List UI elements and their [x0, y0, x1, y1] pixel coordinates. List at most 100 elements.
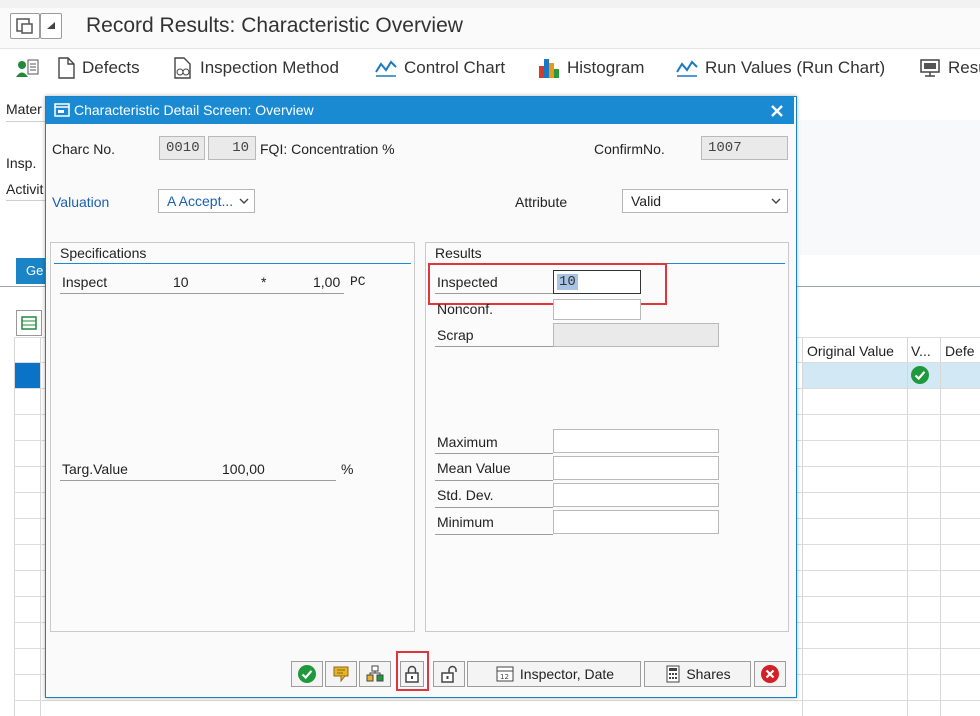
inspect-value: 10: [173, 274, 189, 290]
mean-value-label: Mean Value: [437, 460, 511, 476]
window-icon: [54, 103, 70, 117]
results-title: Results: [435, 245, 482, 261]
inspection-method-label: Inspection Method: [200, 58, 339, 77]
person-list-icon[interactable]: [14, 54, 46, 82]
maximum-input[interactable]: [553, 429, 719, 453]
histogram-button[interactable]: Histogram: [537, 54, 644, 82]
mean-value-input[interactable]: [553, 456, 719, 480]
menu-icon[interactable]: [10, 13, 40, 39]
calendar-icon: 12: [496, 666, 514, 682]
chart-line-icon: [676, 60, 698, 77]
grid-line: [907, 337, 908, 716]
control-chart-button[interactable]: Control Chart: [374, 54, 505, 82]
divider: [6, 200, 46, 201]
inspector-date-label: Inspector, Date: [519, 666, 615, 682]
grid-line: [802, 337, 803, 716]
valuation-dropdown[interactable]: A Accept...: [158, 189, 255, 213]
accepted-check-icon: [911, 366, 929, 389]
accept-button[interactable]: [291, 661, 323, 687]
minimum-input[interactable]: [553, 510, 719, 534]
column-header-original-value[interactable]: Original Value: [807, 343, 894, 359]
run-values-label: Run Values (Run Chart): [705, 58, 886, 77]
column-header-valuation[interactable]: V...: [911, 343, 931, 359]
inspection-label: Insp.: [6, 155, 37, 171]
charc-no-field: 0010: [159, 136, 205, 160]
hierarchy-button[interactable]: [359, 661, 391, 687]
results-label: Resu: [948, 58, 980, 77]
close-icon[interactable]: [770, 104, 784, 118]
lock-highlight: [396, 651, 429, 691]
std-dev-input[interactable]: [553, 483, 719, 507]
cancel-button[interactable]: [754, 661, 786, 687]
grid-line: [940, 337, 941, 716]
valuation-label: Valuation: [52, 194, 110, 210]
divider: [435, 480, 553, 481]
defects-label: Defects: [82, 58, 140, 77]
dropdown-icon[interactable]: [40, 13, 62, 39]
background-panel: [800, 120, 980, 255]
chevron-down-icon: [239, 198, 249, 204]
divider: [6, 121, 46, 122]
shares-label: Shares: [686, 666, 731, 682]
grid-line: [14, 337, 15, 716]
top-strip: [0, 0, 980, 8]
run-values-button[interactable]: Run Values (Run Chart): [675, 54, 885, 82]
attribute-value: Valid: [631, 193, 662, 209]
valuation-value: A Accept...: [167, 193, 234, 209]
target-value: 100,00: [222, 461, 265, 477]
unlock-icon: [441, 665, 457, 683]
divider: [435, 507, 553, 508]
unlock-button[interactable]: [433, 661, 465, 687]
charc-no-label: Charc No.: [52, 141, 116, 157]
page-icon: [58, 57, 75, 79]
confirm-no-field: 1007: [701, 136, 788, 160]
defects-button[interactable]: Defects: [56, 54, 140, 82]
specifications-group: [50, 242, 415, 632]
selected-row[interactable]: [802, 362, 980, 388]
divider: [60, 293, 344, 294]
activity-label: Activit: [6, 181, 44, 197]
divider: [60, 480, 336, 481]
attribute-dropdown[interactable]: Valid: [622, 189, 788, 213]
grid-settings-icon[interactable]: [16, 310, 42, 336]
charc-description: FQI: Concentration %: [260, 141, 395, 157]
comment-button[interactable]: [325, 661, 357, 687]
specifications-title: Specifications: [60, 245, 147, 261]
divider: [435, 453, 553, 454]
inspector-date-button[interactable]: 12 Inspector, Date: [467, 661, 641, 687]
grid-line: [40, 337, 41, 716]
row-selector[interactable]: [14, 362, 40, 388]
minimum-label: Minimum: [437, 514, 494, 530]
results-button[interactable]: Resu: [920, 54, 980, 82]
column-header-defects[interactable]: Defe: [945, 343, 975, 359]
target-value-label: Targ.Value: [62, 461, 128, 477]
scrap-label: Scrap: [437, 327, 474, 343]
inspection-method-button[interactable]: Inspection Method: [172, 54, 339, 82]
chevron-down-icon: [771, 198, 781, 204]
inspect-unit-value: 1,00: [313, 274, 341, 290]
monitor-icon: [920, 59, 940, 77]
control-chart-label: Control Chart: [404, 58, 506, 77]
dialog-title: Characteristic Detail Screen: Overview: [74, 102, 314, 118]
charc-no-field-2: 10: [208, 136, 256, 160]
scrap-field: [553, 323, 719, 347]
divider: [54, 263, 411, 264]
nonconf-label: Nonconf.: [437, 301, 494, 317]
confirm-no-label: ConfirmNo.: [594, 141, 665, 157]
target-unit: %: [341, 461, 354, 477]
cancel-icon: [761, 665, 779, 683]
shares-button[interactable]: Shares: [644, 661, 751, 687]
dialog-title-bar: Characteristic Detail Screen: Overview: [46, 97, 794, 124]
check-icon: [298, 665, 316, 683]
svg-text:12: 12: [500, 673, 509, 681]
divider: [435, 346, 553, 347]
divider: [435, 534, 553, 535]
method-icon: [174, 57, 191, 79]
material-label: Mater: [6, 101, 42, 117]
grid-line: [14, 700, 980, 701]
histogram-icon: [539, 59, 559, 78]
inspect-unit: PC: [350, 274, 366, 289]
chart-line-icon: [375, 60, 397, 77]
page-title: Record Results: Characteristic Overview: [86, 14, 463, 37]
nonconf-input[interactable]: [553, 299, 641, 320]
